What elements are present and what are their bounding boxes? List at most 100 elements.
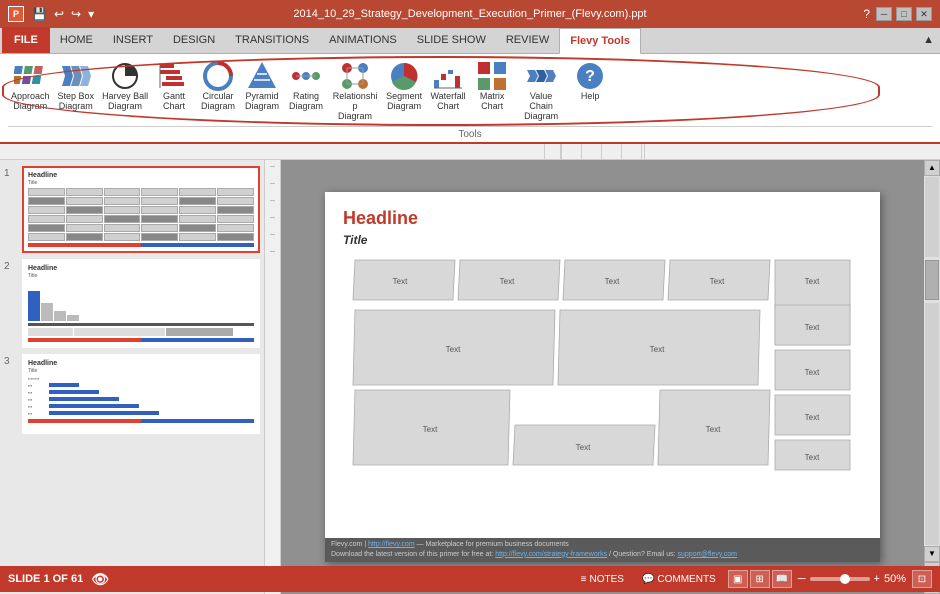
slide-count: SLIDE 1 OF 61 <box>8 573 83 585</box>
step-box-icon <box>60 60 92 92</box>
slides-panel: 1 Headline Title <box>0 160 265 594</box>
tab-design[interactable]: DESIGN <box>163 27 225 53</box>
relationship-diagram-btn[interactable]: RelationshipDiagram <box>329 58 381 124</box>
notes-icon: ≡ <box>581 574 587 585</box>
normal-view-btn[interactable]: ▣ <box>728 570 748 588</box>
svg-text:Text: Text <box>650 345 665 354</box>
notes-label: NOTES <box>589 574 623 585</box>
comments-btn[interactable]: 💬 COMMENTS <box>636 572 722 587</box>
footer-line-2: Download the latest version of this prim… <box>331 550 874 560</box>
pyramid-diagram-btn[interactable]: PyramidDiagram <box>241 58 283 114</box>
svg-text:Text: Text <box>710 277 725 286</box>
tab-home[interactable]: HOME <box>50 27 103 53</box>
status-right: ≡ NOTES 💬 COMMENTS ▣ ⊞ 📖 ─ + 50% ⊡ <box>575 570 932 588</box>
notes-btn[interactable]: ≡ NOTES <box>575 572 630 587</box>
matrix-chart-label: MatrixChart <box>480 92 505 112</box>
approach-diagram-label: ApproachDiagram <box>11 92 50 112</box>
slide-num-3: 3 <box>4 354 18 367</box>
minimize-btn[interactable]: ─ <box>876 7 892 21</box>
matrix-chart-btn[interactable]: MatrixChart <box>471 58 513 114</box>
reading-view-btn[interactable]: 📖 <box>772 570 792 588</box>
matrix-chart-icon <box>476 60 508 92</box>
horizontal-ruler <box>0 144 940 160</box>
fit-slide-btn[interactable]: ⊡ <box>912 570 932 588</box>
slide-headline: Headline <box>343 208 862 229</box>
pyramid-diagram-label: PyramidDiagram <box>245 92 279 112</box>
segment-diagram-label: SegmentDiagram <box>386 92 422 112</box>
slide-title: Title <box>343 233 862 247</box>
title-bar: P 💾 ↩ ↪ ▾ 2014_10_29_Strategy_Developmen… <box>0 0 940 28</box>
redo-quick-btn[interactable]: ↪ <box>69 7 83 21</box>
value-chain-diagram-label: Value ChainDiagram <box>518 92 564 122</box>
customize-quick-btn[interactable]: ▾ <box>86 7 96 21</box>
tab-insert[interactable]: INSERT <box>103 27 163 53</box>
vertical-ruler: ────── <box>265 160 281 594</box>
slide-thumb-3[interactable]: 3 Headline Title ▪▪▪▪▪▪▪▪ ▪▪▪ ▪▪▪ <box>4 354 260 434</box>
zoom-slider[interactable] <box>810 577 870 581</box>
value-chain-diagram-icon <box>525 60 557 92</box>
zoom-thumb <box>840 574 850 584</box>
circular-diagram-label: CircularDiagram <box>201 92 235 112</box>
segment-diagram-icon <box>388 60 420 92</box>
relationship-diagram-icon <box>339 60 371 92</box>
segment-diagram-btn[interactable]: SegmentDiagram <box>383 58 425 114</box>
approach-diagram-btn[interactable]: ApproachDiagram <box>8 58 53 114</box>
tab-slideshow[interactable]: SLIDE SHOW <box>407 27 496 53</box>
tools-group-label: Tools <box>8 126 932 140</box>
svg-text:Text: Text <box>500 277 515 286</box>
gantt-chart-btn[interactable]: GanttChart <box>153 58 195 114</box>
svg-text:Text: Text <box>805 277 820 286</box>
slide-thumb-1[interactable]: 1 Headline Title <box>4 166 260 253</box>
slide-sorter-btn[interactable]: ⊞ <box>750 570 770 588</box>
circular-diagram-btn[interactable]: CircularDiagram <box>197 58 239 114</box>
canvas-area: Headline Title Text Text Text <box>281 160 924 594</box>
help-btn[interactable]: ? <box>861 7 872 21</box>
close-btn[interactable]: ✕ <box>916 7 932 21</box>
harvey-ball-btn[interactable]: Harvey BallDiagram <box>99 58 151 114</box>
relationship-diagram-label: RelationshipDiagram <box>332 92 378 122</box>
comments-label: COMMENTS <box>657 574 715 585</box>
slide-img-2[interactable]: Headline Title <box>22 259 260 348</box>
help-label: Help <box>581 92 600 102</box>
scroll-up-btn[interactable]: ▲ <box>924 160 940 176</box>
slide-thumb-2[interactable]: 2 Headline Title <box>4 259 260 348</box>
rating-diagram-label: RatingDiagram <box>289 92 323 112</box>
accessibility-icon: 👁 <box>91 571 109 588</box>
ribbon-expand-btn[interactable]: ▲ <box>917 27 940 53</box>
pyramid-diagram-icon <box>246 60 278 92</box>
quick-access: 💾 ↩ ↪ ▾ <box>30 7 96 21</box>
ribbon-content: ApproachDiagram Step BoxDiagram Harvey B… <box>0 54 940 144</box>
tab-file[interactable]: FILE <box>2 27 50 53</box>
vertical-scrollbar[interactable]: ▲ ▼ ▲ ▼ <box>924 160 940 594</box>
step-box-diagram-btn[interactable]: Step BoxDiagram <box>55 58 98 114</box>
gantt-chart-label: GanttChart <box>163 92 185 112</box>
svg-text:Text: Text <box>423 425 438 434</box>
rating-diagram-btn[interactable]: RatingDiagram <box>285 58 327 114</box>
scroll-thumb[interactable] <box>925 260 939 300</box>
window-controls: ? ─ □ ✕ <box>861 7 932 21</box>
zoom-out-btn[interactable]: ─ <box>798 573 806 585</box>
rating-diagram-icon <box>290 60 322 92</box>
slide-img-3[interactable]: Headline Title ▪▪▪▪▪▪▪▪ ▪▪▪ ▪▪▪ <box>22 354 260 434</box>
slide-num-2: 2 <box>4 259 18 272</box>
waterfall-chart-btn[interactable]: WaterfallChart <box>427 58 469 114</box>
slide-img-1[interactable]: Headline Title <box>22 166 260 253</box>
svg-text:Text: Text <box>605 277 620 286</box>
tab-transitions[interactable]: TRANSITIONS <box>225 27 319 53</box>
harvey-ball-icon <box>109 60 141 92</box>
title-bar-left: P 💾 ↩ ↪ ▾ <box>8 6 96 22</box>
fishbone-svg: Text Text Text Text Text <box>343 255 862 475</box>
scroll-down-btn[interactable]: ▼ <box>924 546 940 562</box>
tab-flevy-tools[interactable]: Flevy Tools <box>559 28 641 54</box>
approach-diagram-icon <box>14 60 46 92</box>
undo-quick-btn[interactable]: ↩ <box>52 7 66 21</box>
tab-review[interactable]: REVIEW <box>496 27 559 53</box>
help-btn-ribbon[interactable]: ? Help <box>569 58 611 104</box>
maximize-btn[interactable]: □ <box>896 7 912 21</box>
value-chain-diagram-btn[interactable]: Value ChainDiagram <box>515 58 567 124</box>
svg-text:Text: Text <box>446 345 461 354</box>
tab-animations[interactable]: ANIMATIONS <box>319 27 407 53</box>
save-quick-btn[interactable]: 💾 <box>30 7 49 21</box>
zoom-in-btn[interactable]: + <box>874 573 880 585</box>
svg-text:Text: Text <box>805 323 820 332</box>
